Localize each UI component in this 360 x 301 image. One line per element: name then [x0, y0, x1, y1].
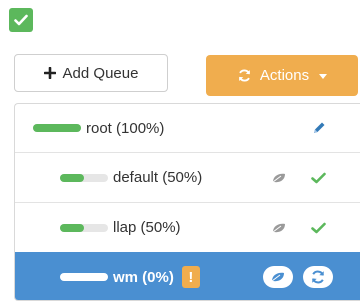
capacity-bar-fill	[33, 124, 81, 132]
plus-icon	[43, 67, 56, 79]
add-queue-label: Add Queue	[62, 64, 139, 82]
leaf-icon	[271, 222, 287, 234]
queue-label: root (100%)	[86, 119, 165, 137]
queue-row-llap[interactable]: llap (50%)	[15, 203, 360, 253]
capacity-bar	[60, 173, 108, 182]
capacity-bar	[60, 273, 108, 281]
pencil-icon[interactable]	[311, 120, 327, 136]
capacity-bar	[60, 223, 108, 232]
queue-row-root[interactable]: root (100%)	[15, 104, 360, 153]
check-icon	[311, 172, 326, 184]
leaf-icon[interactable]	[263, 266, 293, 288]
actions-dropdown-button[interactable]: Actions	[206, 55, 358, 96]
queue-label: default (50%)	[113, 169, 203, 186]
queue-row-default[interactable]: default (50%)	[15, 153, 360, 203]
refresh-icon	[238, 69, 250, 82]
caret-down-icon	[319, 74, 328, 79]
refresh-icon[interactable]	[303, 266, 333, 288]
queue-label: wm (0%)	[113, 268, 174, 286]
leaf-icon	[271, 172, 287, 184]
capacity-bar	[33, 124, 81, 132]
add-queue-button[interactable]: Add Queue	[14, 54, 168, 92]
capacity-bar-fill	[60, 223, 84, 232]
warning-badge: !	[181, 266, 200, 288]
queue-label: llap (50%)	[113, 219, 181, 236]
capacity-bar-fill	[60, 173, 84, 182]
check-icon	[311, 222, 326, 234]
queue-row-wm[interactable]: wm (0%) !	[15, 252, 360, 300]
queue-list: root (100%) default (50%) llap (50%) wm …	[14, 103, 360, 301]
actions-label: Actions	[259, 67, 310, 84]
status-check-badge	[9, 8, 33, 32]
check-icon	[14, 14, 28, 26]
queue-manager: Add Queue Actions root (100%) default (5…	[0, 0, 360, 301]
